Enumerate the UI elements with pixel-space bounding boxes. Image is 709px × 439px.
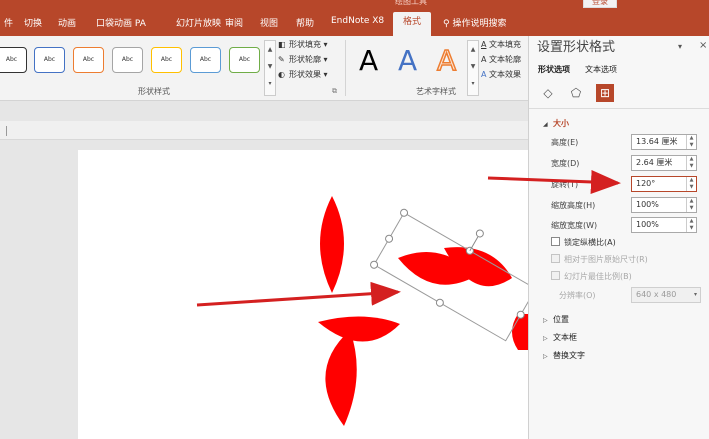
arrow-to-selected-shape <box>196 281 401 307</box>
annotation-overlay <box>196 169 621 307</box>
arrow-to-rotation-field <box>487 169 621 194</box>
